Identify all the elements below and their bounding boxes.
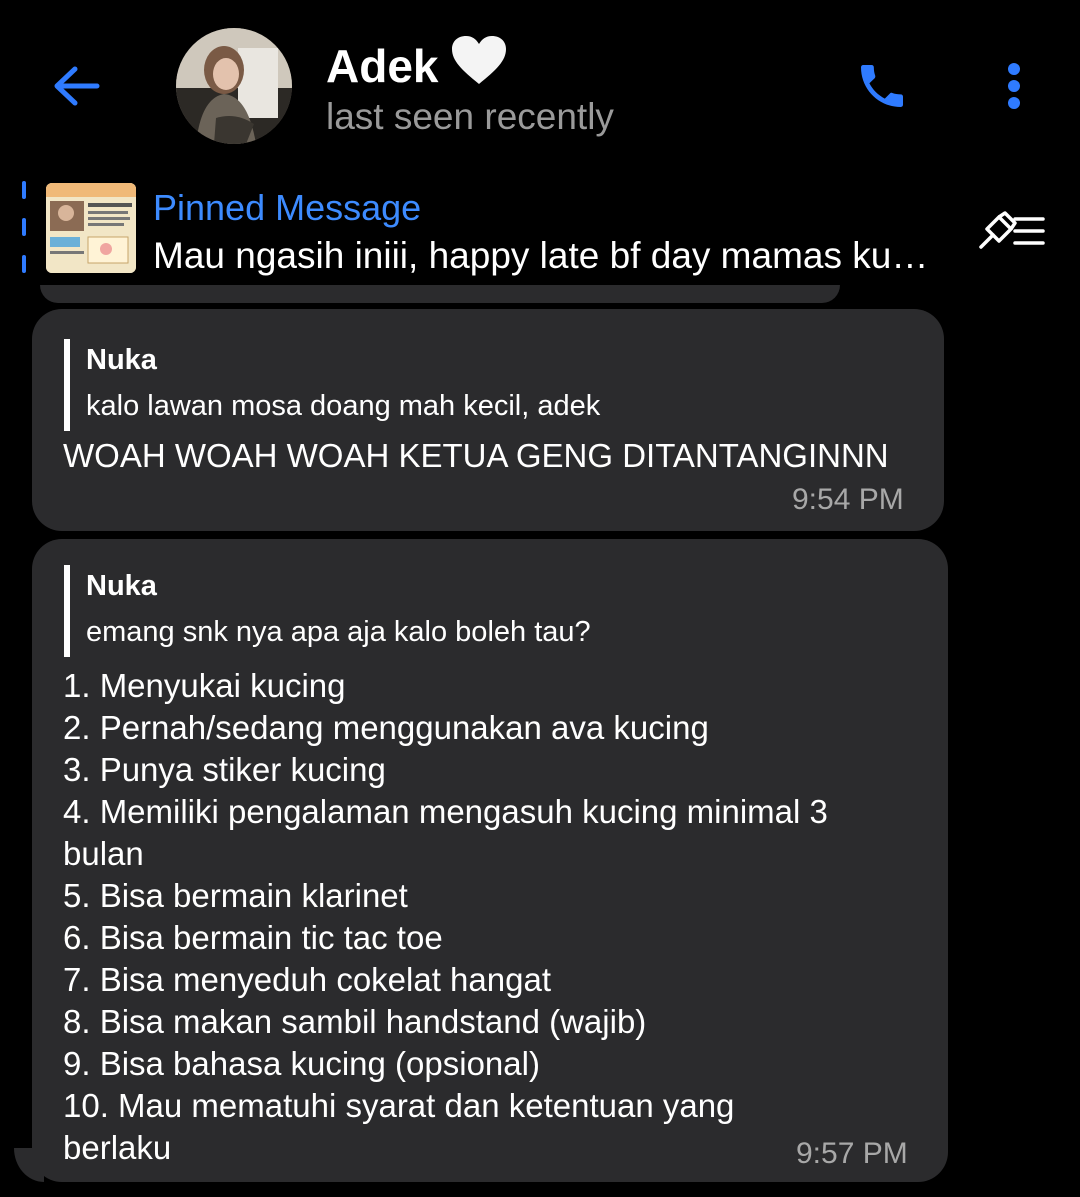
previous-message-bubble-edge <box>40 285 840 303</box>
message-bubble[interactable]: Nuka emang snk nya apa aja kalo boleh ta… <box>32 539 948 1182</box>
reply-quote[interactable]: Nuka kalo lawan mosa doang mah kecil, ad… <box>64 339 600 431</box>
list-line: 3. Punya stiker kucing <box>63 751 386 788</box>
bubble-tail <box>14 1148 44 1182</box>
pinned-title: Pinned Message <box>153 187 422 228</box>
list-line: 9. Bisa bahasa kucing (opsional) <box>63 1045 540 1082</box>
list-line: 2. Pernah/sedang menggunakan ava kucing <box>63 709 709 746</box>
chat-header: Adek last seen recently <box>0 0 1080 165</box>
avatar[interactable] <box>176 28 292 144</box>
pinned-list-button[interactable] <box>976 207 1046 255</box>
pinned-thumbnail <box>46 183 136 273</box>
list-line: bulan <box>63 835 144 872</box>
call-button[interactable] <box>852 56 912 116</box>
message-bubble[interactable]: Nuka kalo lawan mosa doang mah kecil, ad… <box>32 309 944 531</box>
reply-text: kalo lawan mosa doang mah kecil, adek <box>86 390 601 422</box>
message-text-list: 1. Menyukai kucing 2. Pernah/sedang meng… <box>63 665 828 1169</box>
avatar-photo <box>176 28 292 144</box>
list-line: 5. Bisa bermain klarinet <box>63 877 408 914</box>
pinned-text: Mau ngasih iniii, happy late bf day mama… <box>153 235 929 276</box>
white-heart-icon <box>450 34 508 97</box>
message-text: WOAH WOAH WOAH KETUA GENG DITANTANGINNN <box>63 437 889 474</box>
reply-sender-name: Nuka <box>86 570 157 602</box>
back-button[interactable] <box>48 58 104 114</box>
list-line: 7. Bisa menyeduh cokelat hangat <box>63 961 551 998</box>
arrow-left-icon <box>54 66 100 106</box>
list-line: 8. Bisa makan sambil handstand (wajib) <box>63 1003 647 1040</box>
pinned-indicator <box>22 181 27 273</box>
list-line: 6. Bisa bermain tic tac toe <box>63 919 443 956</box>
contact-name-text: Adek <box>326 39 439 92</box>
pin-list-icon <box>979 211 1045 249</box>
reply-quote[interactable]: Nuka emang snk nya apa aja kalo boleh ta… <box>64 565 591 657</box>
more-options-button[interactable] <box>994 58 1034 114</box>
reply-sender-name: Nuka <box>86 344 157 376</box>
reply-text: emang snk nya apa aja kalo boleh tau? <box>86 616 591 648</box>
last-seen-status: last seen recently <box>326 96 614 137</box>
list-line: 1. Menyukai kucing <box>63 667 346 704</box>
phone-icon <box>861 65 903 107</box>
contact-name: Adek <box>326 34 508 97</box>
vertical-dots-icon <box>1008 63 1020 109</box>
pinned-message-bar[interactable]: Pinned Message Mau ngasih iniii, happy l… <box>0 165 1080 285</box>
list-line: 10. Mau mematuhi syarat dan ketentuan ya… <box>63 1087 735 1124</box>
list-line: berlaku <box>63 1129 172 1166</box>
message-time: 9:57 PM <box>796 1137 908 1170</box>
message-time: 9:54 PM <box>792 483 904 516</box>
list-line: 4. Memiliki pengalaman mengasuh kucing m… <box>63 793 828 830</box>
